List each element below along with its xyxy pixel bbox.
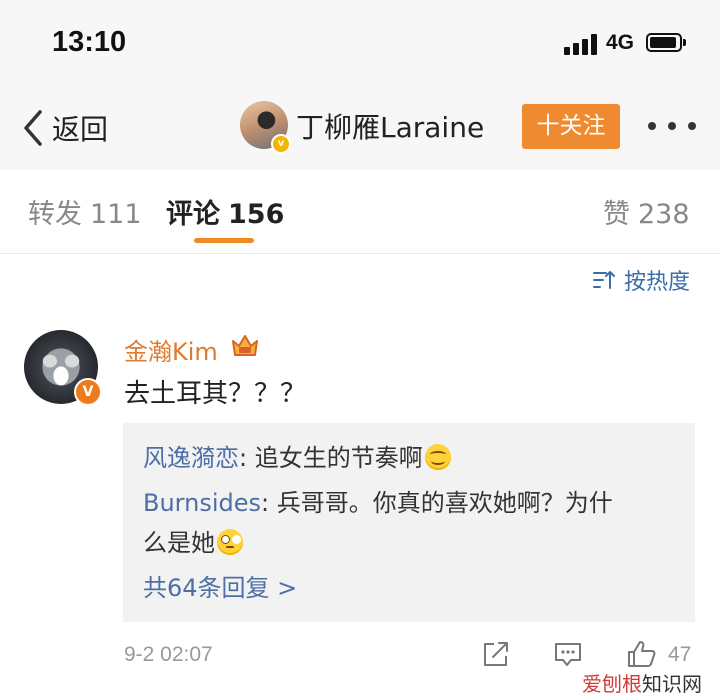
more-menu-icon[interactable]: [648, 120, 696, 132]
reply-user[interactable]: Burnsides: [143, 489, 261, 517]
tab-label: 转发: [28, 199, 82, 230]
watermark-part: 爱: [582, 672, 602, 696]
network-type: 4G: [606, 31, 635, 54]
reply-item: 风逸漪恋: 追女生的节奏啊: [143, 439, 451, 477]
smile-emoji-icon: [424, 444, 451, 470]
tab-reposts[interactable]: 转发 111: [28, 192, 142, 231]
sort-button[interactable]: 按热度: [592, 264, 690, 296]
reply-text: 兵哥哥。你真的喜欢她啊？为什: [276, 489, 613, 517]
follow-button[interactable]: 十关注: [522, 104, 620, 149]
back-button[interactable]: 返回: [20, 108, 108, 148]
tab-label: 评论: [166, 199, 220, 230]
chevron-left-icon: [24, 110, 42, 146]
status-time: 13:10: [52, 26, 127, 58]
tab-count: 111: [90, 199, 142, 230]
active-tab-indicator: [194, 238, 254, 243]
reply-user[interactable]: 风逸漪恋: [143, 444, 239, 472]
tab-count: 156: [228, 199, 285, 230]
reply-item: Burnsides: 兵哥哥。你真的喜欢她啊？为什: [143, 484, 613, 522]
watermark: 爱刨根知识网: [582, 668, 702, 697]
eyeroll-emoji-icon: [217, 529, 243, 555]
reply-colon: :: [239, 444, 255, 472]
reply-colon: :: [261, 489, 277, 517]
tab-bar: 转发 111 评论 156 赞 238: [0, 170, 720, 254]
battery-icon: [646, 33, 686, 52]
comment-date: 9-2 02:07: [124, 643, 213, 666]
watermark-part: 知识网: [642, 672, 702, 696]
like-count: 47: [668, 643, 692, 666]
watermark-part: 刨根: [602, 672, 642, 696]
like-thumb-icon[interactable]: [626, 638, 658, 670]
sort-label: 按热度: [624, 270, 691, 295]
back-label: 返回: [52, 113, 109, 146]
top-bar: 13:10 4G 返回 v 丁柳雁Laraine 十关注: [0, 0, 720, 171]
reply-item-continued: 么是她: [143, 524, 243, 562]
tab-count: 238: [638, 199, 690, 230]
reply-text: 追女生的节奏啊: [254, 444, 423, 472]
verified-badge-icon: v: [271, 134, 291, 154]
tab-likes[interactable]: 赞 238: [603, 192, 690, 231]
verified-v-icon: V: [74, 378, 102, 406]
tab-comments[interactable]: 评论 156: [166, 192, 284, 231]
share-icon[interactable]: [480, 638, 512, 670]
crown-badge-icon: [232, 335, 258, 356]
reply-comment-icon[interactable]: [552, 638, 584, 670]
commenter-name[interactable]: 金瀚Kim: [124, 332, 218, 367]
sort-icon: [593, 271, 615, 289]
nav-user-name[interactable]: 丁柳雁Laraine: [296, 108, 484, 148]
reply-text: 么是她: [143, 529, 215, 557]
tab-label: 赞: [603, 199, 630, 230]
view-all-replies-link[interactable]: 共64条回复 >: [143, 568, 297, 603]
signal-icon: [564, 33, 600, 55]
comment-text: 去土耳其？？？: [124, 379, 307, 409]
reply-preview-box[interactable]: 风逸漪恋: 追女生的节奏啊 Burnsides: 兵哥哥。你真的喜欢她啊？为什 …: [123, 423, 695, 622]
